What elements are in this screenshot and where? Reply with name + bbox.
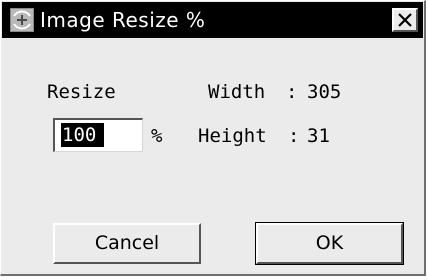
percent-input-field[interactable]: 100 bbox=[53, 118, 143, 152]
width-label: Width bbox=[208, 81, 266, 103]
image-resize-dialog: Image Resize % Resize Width : 305 100 % … bbox=[0, 0, 426, 276]
window-title: Image Resize % bbox=[40, 8, 206, 32]
cancel-button[interactable]: Cancel bbox=[53, 223, 201, 264]
percent-symbol: % bbox=[151, 125, 163, 147]
percent-input[interactable] bbox=[59, 123, 139, 147]
ok-button[interactable]: OK bbox=[255, 222, 404, 265]
resize-label: Resize bbox=[47, 81, 116, 103]
height-value: 31 bbox=[307, 125, 330, 147]
image-resize-icon bbox=[10, 8, 34, 32]
height-label: Height bbox=[198, 125, 267, 147]
close-button[interactable] bbox=[392, 8, 418, 32]
width-value: 305 bbox=[307, 81, 342, 103]
title-bar[interactable]: Image Resize % bbox=[2, 2, 423, 38]
close-icon bbox=[398, 13, 412, 27]
height-separator: : bbox=[288, 125, 300, 147]
width-separator: : bbox=[286, 81, 298, 103]
